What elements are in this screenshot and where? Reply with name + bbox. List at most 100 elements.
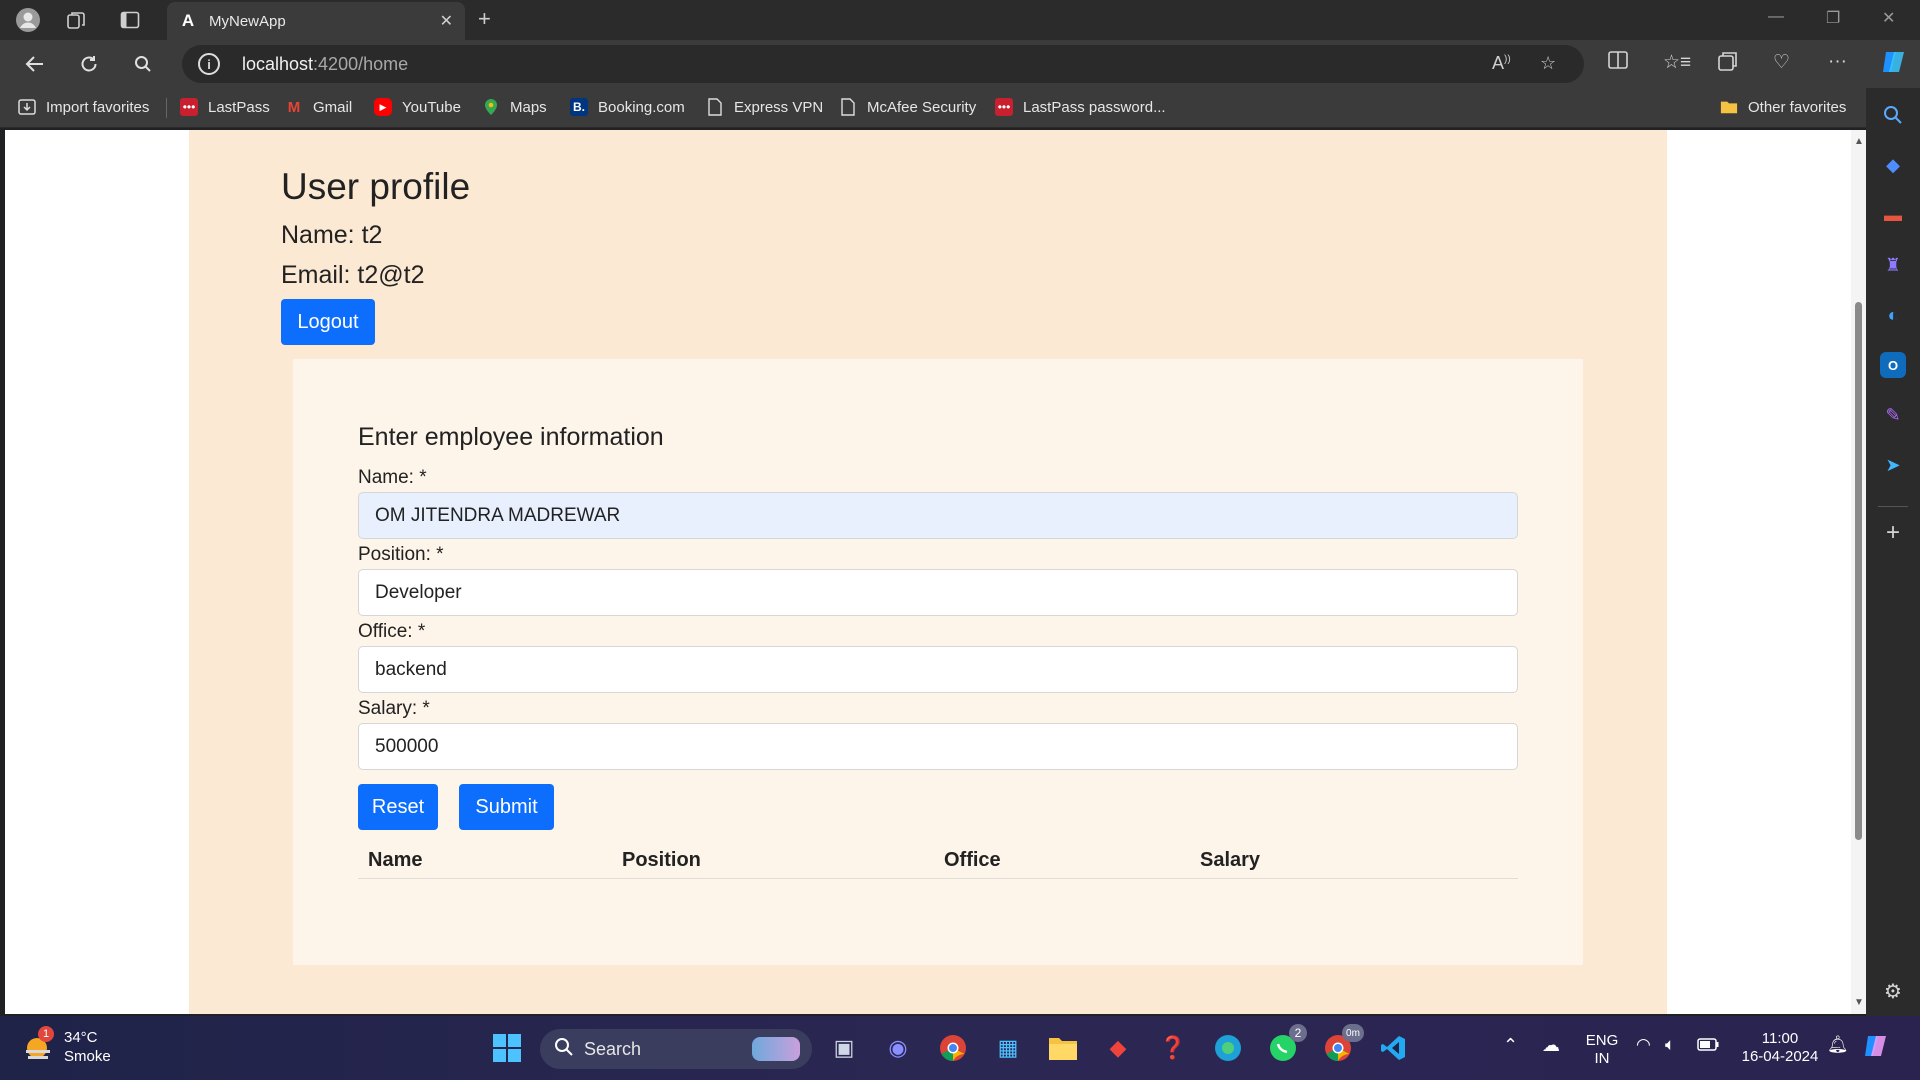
booking-icon: B.: [570, 98, 588, 116]
site-info-icon[interactable]: i: [198, 53, 220, 75]
scroll-thumb[interactable]: [1855, 302, 1862, 840]
favorite-booking[interactable]: B. Booking.com: [570, 98, 685, 116]
browser-tab[interactable]: A MyNewApp ✕: [167, 2, 465, 40]
favorites-divider: [166, 98, 167, 118]
whatsapp-icon[interactable]: 2: [1265, 1024, 1307, 1066]
favorite-star-icon[interactable]: ☆: [1540, 53, 1556, 74]
favorite-mcafee[interactable]: McAfee Security: [839, 98, 976, 116]
table-header-salary: Salary: [1200, 849, 1261, 871]
windows-start-icon[interactable]: [489, 1030, 525, 1066]
youtube-icon: ▶: [374, 98, 392, 116]
salary-input[interactable]: 500000: [358, 723, 1518, 770]
url-text[interactable]: localhost:4200/home: [242, 54, 408, 75]
settings-gear-icon[interactable]: ⚙: [1880, 978, 1906, 1004]
lastpass-icon: •••: [995, 98, 1013, 116]
favorite-youtube[interactable]: ▶ YouTube: [374, 98, 461, 116]
employee-form-card: Enter employee information Name: * OM JI…: [293, 359, 1583, 965]
copilot-taskbar-icon[interactable]: [1862, 1032, 1892, 1065]
favorite-expressvpn[interactable]: Express VPN: [706, 98, 823, 116]
search-highlight-icon: [752, 1037, 800, 1061]
vscode-icon[interactable]: [1375, 1030, 1411, 1066]
outlook-icon[interactable]: O: [1880, 352, 1906, 378]
collections-icon[interactable]: [1718, 51, 1738, 77]
help-icon[interactable]: ❓: [1155, 1030, 1191, 1066]
chrome-icon[interactable]: [935, 1030, 971, 1066]
favorite-other[interactable]: Other favorites: [1720, 98, 1846, 116]
task-view-icon[interactable]: ▣: [826, 1030, 862, 1066]
search-icon[interactable]: [1880, 102, 1906, 128]
app-container: User profile Name: t2 Email: t2@t2 Logou…: [189, 130, 1667, 1014]
address-bar[interactable]: i localhost:4200/home A)) ☆: [182, 45, 1584, 83]
edge-sidebar: ◆ ▬ ♜ ◐ O ✎ ➤ + ⚙: [1866, 88, 1920, 1016]
shopping-tag-icon[interactable]: ◆: [1880, 152, 1906, 178]
file-explorer-icon[interactable]: [1045, 1030, 1081, 1066]
taskbar-search[interactable]: Search: [540, 1029, 812, 1069]
logout-button[interactable]: Logout: [281, 299, 375, 345]
games-icon[interactable]: ♜: [1880, 252, 1906, 278]
show-hidden-icons[interactable]: ⌃: [1503, 1036, 1518, 1054]
close-tab-icon[interactable]: ✕: [440, 11, 453, 31]
search-icon[interactable]: [128, 50, 158, 78]
more-options-icon[interactable]: ···: [1828, 51, 1847, 73]
page-scrollbar[interactable]: ▲ ▼: [1851, 130, 1866, 1014]
close-window-icon[interactable]: ✕: [1882, 8, 1895, 28]
onedrive-icon[interactable]: ☁: [1542, 1036, 1560, 1054]
wifi-icon[interactable]: ◠: [1636, 1036, 1651, 1054]
tab-actions-icon[interactable]: [116, 6, 144, 34]
lastpass-icon: •••: [180, 98, 198, 116]
import-icon: [18, 98, 36, 116]
scroll-down-arrow-icon[interactable]: ▼: [1854, 997, 1864, 1008]
copilot-icon[interactable]: [1880, 48, 1908, 82]
store-icon[interactable]: ▦: [990, 1030, 1026, 1066]
favorite-gmail[interactable]: M Gmail: [285, 98, 352, 116]
page-title: User profile: [281, 166, 471, 207]
sidebar-divider: [1878, 506, 1908, 507]
profile-avatar-icon[interactable]: [14, 6, 42, 34]
split-screen-icon[interactable]: [1608, 51, 1628, 75]
tools-icon[interactable]: ▬: [1880, 202, 1906, 228]
scroll-up-arrow-icon[interactable]: ▲: [1854, 136, 1864, 147]
position-label: Position: *: [358, 544, 444, 565]
send-icon[interactable]: ➤: [1880, 452, 1906, 478]
position-input[interactable]: Developer: [358, 569, 1518, 616]
profile-name: Name: t2: [281, 221, 383, 249]
favorites-icon[interactable]: ☆≡: [1663, 51, 1691, 74]
minimize-icon[interactable]: —: [1768, 8, 1784, 26]
form-title: Enter employee information: [358, 423, 664, 451]
clock[interactable]: 11:00 16-04-2024: [1735, 1030, 1825, 1066]
chrome-profile-icon[interactable]: 0m: [1320, 1024, 1364, 1066]
back-icon[interactable]: [20, 50, 50, 78]
browser-essentials-icon[interactable]: ♡: [1773, 51, 1790, 74]
new-tab-icon[interactable]: +: [478, 6, 491, 32]
search-icon: [554, 1037, 574, 1062]
designer-icon[interactable]: ✎: [1880, 402, 1906, 428]
teams-icon[interactable]: ◉: [880, 1030, 916, 1066]
read-aloud-icon[interactable]: A)): [1492, 53, 1511, 74]
anydesk-icon[interactable]: ◆: [1100, 1030, 1136, 1066]
browser-toolbar: i localhost:4200/home A)) ☆ ☆≡ ♡ ···: [0, 40, 1920, 88]
name-input[interactable]: OM JITENDRA MADREWAR: [358, 492, 1518, 539]
submit-button[interactable]: Submit: [459, 784, 554, 830]
refresh-icon[interactable]: [74, 50, 104, 78]
office-input[interactable]: backend: [358, 646, 1518, 693]
add-icon[interactable]: +: [1880, 519, 1906, 546]
notification-bell-icon[interactable]: 🔔︎: [1827, 1036, 1849, 1054]
workspaces-icon[interactable]: [62, 6, 90, 34]
favorite-maps[interactable]: Maps: [482, 98, 547, 116]
volume-icon[interactable]: 🔈︎: [1665, 1036, 1675, 1054]
salary-label: Salary: *: [358, 698, 430, 719]
favorite-lastpass-password[interactable]: ••• LastPass password...: [995, 98, 1166, 116]
profile-email: Email: t2@t2: [281, 261, 425, 289]
weather-widget[interactable]: 1 34°C Smoke: [22, 1026, 111, 1066]
battery-icon[interactable]: [1697, 1038, 1719, 1056]
restore-icon[interactable]: ❐: [1826, 8, 1840, 28]
reset-button[interactable]: Reset: [358, 784, 438, 830]
edge-icon[interactable]: [1210, 1030, 1246, 1066]
favorite-lastpass[interactable]: ••• LastPass: [180, 98, 270, 116]
copilot-app-icon[interactable]: ◐: [1880, 302, 1906, 328]
folder-icon: [1720, 98, 1738, 116]
page-icon: [706, 98, 724, 116]
favorite-import[interactable]: Import favorites: [18, 98, 149, 116]
windows-taskbar: 1 34°C Smoke Search ▣ ◉ ▦ ◆ ❓ 2 0m ⌃ ☁ E…: [0, 1016, 1920, 1080]
language-indicator[interactable]: ENG IN: [1584, 1032, 1620, 1068]
